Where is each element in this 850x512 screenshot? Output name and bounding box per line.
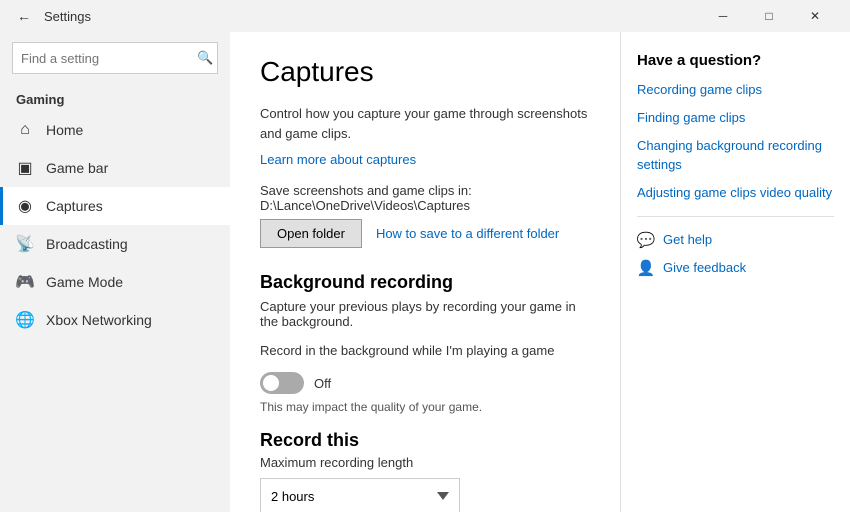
open-folder-button[interactable]: Open folder xyxy=(260,219,362,248)
close-button[interactable]: ✕ xyxy=(792,0,838,32)
get-help-text[interactable]: Get help xyxy=(663,232,712,247)
sidebar-item-label: Xbox Networking xyxy=(46,312,152,328)
app-body: 🔍 Gaming ⌂ Home ▣ Game bar ◉ Captures 📡 … xyxy=(0,32,850,512)
record-this-section: Record this Maximum recording length 30 … xyxy=(260,430,590,512)
learn-more-link[interactable]: Learn more about captures xyxy=(260,152,416,167)
background-recording-desc: Capture your previous plays by recording… xyxy=(260,299,590,329)
get-help-icon: 💬 xyxy=(637,231,655,249)
sidebar-section-title: Gaming xyxy=(0,84,230,111)
search-icon: 🔍 xyxy=(197,50,213,66)
impact-note: This may impact the quality of your game… xyxy=(260,400,590,414)
maximize-button[interactable]: □ xyxy=(746,0,792,32)
game-bar-icon: ▣ xyxy=(16,159,34,177)
titlebar: ← Settings ─ □ ✕ xyxy=(0,0,850,32)
background-recording-title: Background recording xyxy=(260,272,590,293)
sidebar-item-game-mode[interactable]: 🎮 Game Mode xyxy=(0,263,230,301)
panel-link-adjusting[interactable]: Adjusting game clips video quality xyxy=(637,184,834,202)
sidebar-item-label: Home xyxy=(46,122,83,138)
home-icon: ⌂ xyxy=(16,121,34,139)
captures-icon: ◉ xyxy=(16,197,34,215)
sidebar-item-broadcasting[interactable]: 📡 Broadcasting xyxy=(0,225,230,263)
minimize-icon: ─ xyxy=(719,9,728,23)
sidebar-item-label: Captures xyxy=(46,198,103,214)
minimize-button[interactable]: ─ xyxy=(700,0,746,32)
broadcasting-icon: 📡 xyxy=(16,235,34,253)
panel-link-recording[interactable]: Recording game clips xyxy=(637,81,834,99)
sidebar: 🔍 Gaming ⌂ Home ▣ Game bar ◉ Captures 📡 … xyxy=(0,32,230,512)
recording-length-select[interactable]: 30 minutes 1 hour 2 hours 4 hours xyxy=(260,478,460,512)
maximize-icon: □ xyxy=(765,9,772,23)
how-to-save-link[interactable]: How to save to a different folder xyxy=(376,226,559,241)
right-panel: Have a question? Recording game clips Fi… xyxy=(620,32,850,512)
background-recording-section: Background recording Capture your previo… xyxy=(260,272,590,414)
sidebar-item-label: Game Mode xyxy=(46,274,123,290)
panel-link-finding[interactable]: Finding game clips xyxy=(637,109,834,127)
background-toggle[interactable] xyxy=(260,372,304,394)
panel-title: Have a question? xyxy=(637,52,834,69)
back-button[interactable]: ← xyxy=(12,4,36,28)
background-toggle-row: Off xyxy=(260,372,590,394)
give-feedback-text[interactable]: Give feedback xyxy=(663,260,746,275)
record-this-title: Record this xyxy=(260,430,590,451)
search-input[interactable] xyxy=(21,51,197,66)
sidebar-item-label: Broadcasting xyxy=(46,236,128,252)
save-path-text: Save screenshots and game clips in: D:\L… xyxy=(260,183,590,213)
xbox-networking-icon: 🌐 xyxy=(16,311,34,329)
get-help-action[interactable]: 💬 Get help xyxy=(637,231,834,249)
give-feedback-action[interactable]: 👤 Give feedback xyxy=(637,259,834,277)
toggle-state-label: Off xyxy=(314,376,331,391)
window-controls: ─ □ ✕ xyxy=(700,0,838,32)
close-icon: ✕ xyxy=(810,9,820,23)
max-recording-label: Maximum recording length xyxy=(260,455,590,470)
page-title: Captures xyxy=(260,56,590,88)
back-icon: ← xyxy=(17,8,31,24)
sidebar-item-label: Game bar xyxy=(46,160,108,176)
toggle-knob xyxy=(263,375,279,391)
app-title: Settings xyxy=(44,9,700,24)
game-mode-icon: 🎮 xyxy=(16,273,34,291)
panel-divider xyxy=(637,216,834,217)
sidebar-item-captures[interactable]: ◉ Captures xyxy=(0,187,230,225)
give-feedback-icon: 👤 xyxy=(637,259,655,277)
sidebar-item-game-bar[interactable]: ▣ Game bar xyxy=(0,149,230,187)
background-toggle-label: Record in the background while I'm playi… xyxy=(260,343,590,358)
sidebar-item-xbox-networking[interactable]: 🌐 Xbox Networking xyxy=(0,301,230,339)
sidebar-item-home[interactable]: ⌂ Home xyxy=(0,111,230,149)
main-content: Captures Control how you capture your ga… xyxy=(230,32,620,512)
panel-link-changing[interactable]: Changing background recording settings xyxy=(637,137,834,173)
folder-actions: Open folder How to save to a different f… xyxy=(260,219,590,248)
page-description: Control how you capture your game throug… xyxy=(260,104,590,143)
search-box[interactable]: 🔍 xyxy=(12,42,218,74)
recording-length-select-row: 30 minutes 1 hour 2 hours 4 hours xyxy=(260,478,590,512)
